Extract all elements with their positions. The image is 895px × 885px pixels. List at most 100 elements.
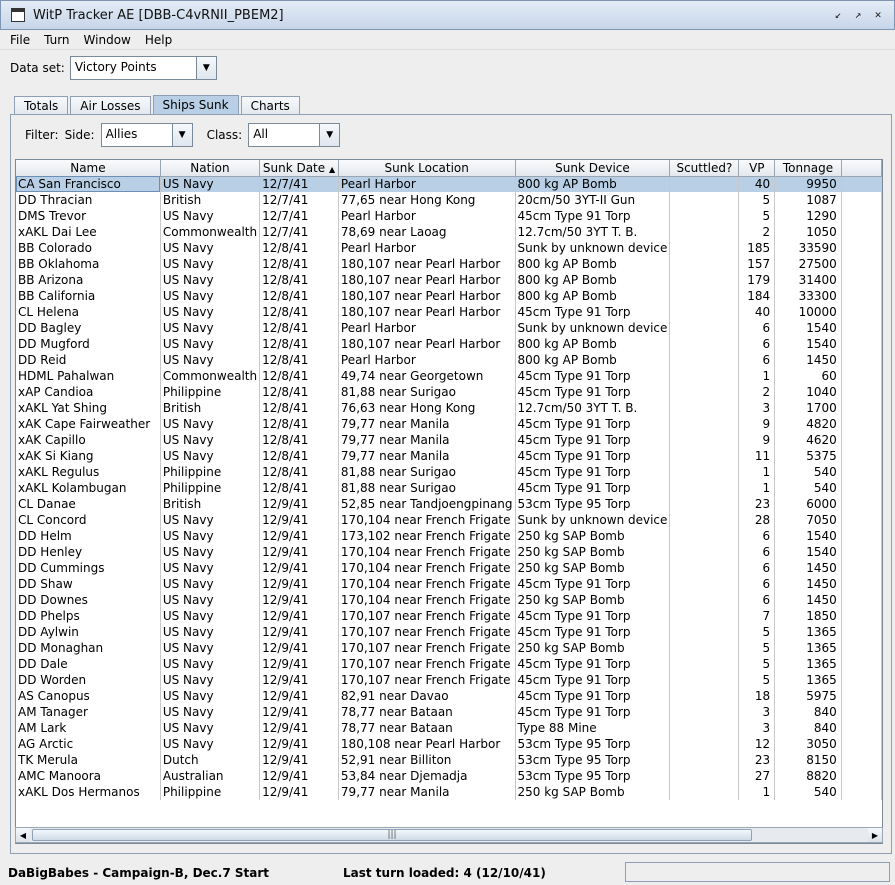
col-header-vp[interactable]: VP — [738, 160, 776, 177]
table-row[interactable]: TK Merula Dutch 12/9/41 52,91 near Billiton… — [16, 752, 882, 768]
tab-charts[interactable]: Charts — [240, 96, 300, 115]
table-cell: US Navy — [160, 528, 261, 544]
chevron-down-icon[interactable]: ▼ — [319, 124, 340, 146]
table-cell-filler — [841, 672, 882, 688]
table-row[interactable]: CL Concord US Navy 12/9/41 170,104 near Fre… — [16, 512, 882, 528]
table-cell: 12/8/41 — [259, 432, 339, 448]
table-row[interactable]: xAP Candioa Philippine 12/8/41 81,88 near S… — [16, 384, 882, 400]
table-row[interactable]: DD Thracian British 12/7/41 77,65 near Hong… — [16, 192, 882, 208]
table-row[interactable]: DD Helm US Navy 12/9/41 173,102 near French… — [16, 528, 882, 544]
table-cell-filler — [841, 240, 882, 256]
col-header-sunk-device[interactable]: Sunk Device — [515, 160, 671, 177]
table-cell: 78,77 near Bataan — [338, 720, 516, 736]
table-row[interactable]: AM Lark US Navy 12/9/41 78,77 near Bataan Ty… — [16, 720, 882, 736]
tab-ships-sunk[interactable]: Ships Sunk — [152, 95, 239, 115]
table-row[interactable]: xAKL Kolambugan Philippine 12/8/41 81,88 ne… — [16, 480, 882, 496]
table-row[interactable]: DD Worden US Navy 12/9/41 170,107 near Fren… — [16, 672, 882, 688]
chevron-down-icon[interactable]: ▼ — [195, 57, 216, 79]
table-row[interactable]: BB California US Navy 12/8/41 180,107 near … — [16, 288, 882, 304]
table-cell: 250 kg SAP Bomb — [515, 784, 671, 800]
col-header-tonnage[interactable]: Tonnage — [774, 160, 842, 177]
scroll-right-icon[interactable]: ▶ — [868, 828, 882, 842]
col-header-sunk-date[interactable]: Sunk Date ▲ — [259, 160, 339, 177]
table-row[interactable]: DD Dale US Navy 12/9/41 170,107 near French… — [16, 656, 882, 672]
table-cell: 12/9/41 — [259, 720, 339, 736]
table-row[interactable]: DD Henley US Navy 12/9/41 170,104 near Fren… — [16, 544, 882, 560]
table-row[interactable]: CL Danae British 12/9/41 52,85 near Tandjoe… — [16, 496, 882, 512]
col-header-sunk-location[interactable]: Sunk Location — [338, 160, 516, 177]
table-cell: 250 kg SAP Bomb — [515, 528, 671, 544]
table-cell: US Navy — [160, 240, 261, 256]
table-row[interactable]: xAKL Dos Hermanos Philippine 12/9/41 79,77 … — [16, 784, 882, 800]
table-cell-filler — [841, 736, 882, 752]
table-row[interactable]: DMS Trevor US Navy 12/7/41 Pearl Harbor 45cm… — [16, 208, 882, 224]
table-cell: US Navy — [160, 720, 261, 736]
maximize-icon[interactable]: ↗ — [850, 8, 866, 22]
table-cell: 170,107 near French Frigate — [338, 608, 516, 624]
table-row[interactable]: AM Tanager US Navy 12/9/41 78,77 near Bataa… — [16, 704, 882, 720]
table-cell: DD Henley — [16, 544, 161, 560]
table-cell: 12/8/41 — [259, 320, 339, 336]
horizontal-scrollbar[interactable]: ◀ ||| ▶ — [15, 827, 883, 843]
table-row[interactable]: xAKL Yat Shing British 12/8/41 76,63 near H… — [16, 400, 882, 416]
table-row[interactable]: DD Mugford US Navy 12/8/41 180,107 near Pea… — [16, 336, 882, 352]
table-row[interactable]: BB Colorado US Navy 12/8/41 Pearl Harbor Sun… — [16, 240, 882, 256]
table-cell: 1540 — [774, 528, 842, 544]
table-cell: US Navy — [160, 288, 261, 304]
table-cell: 540 — [774, 480, 842, 496]
table-cell: 1700 — [774, 400, 842, 416]
table-row[interactable]: DD Phelps US Navy 12/9/41 170,107 near Fren… — [16, 608, 882, 624]
table-row[interactable]: CA San Francisco US Navy 12/7/41 Pearl Harb… — [16, 176, 882, 192]
table-row[interactable]: xAK Si Kiang US Navy 12/8/41 79,77 near Man… — [16, 448, 882, 464]
col-header-nation[interactable]: Nation — [160, 160, 261, 177]
table-cell — [669, 256, 740, 272]
table-row[interactable]: HDML Pahalwan Commonwealth 12/8/41 49,74 ne… — [16, 368, 882, 384]
table-row[interactable]: AS Canopus US Navy 12/9/41 82,91 near Davao… — [16, 688, 882, 704]
dataset-combo[interactable]: Victory Points ▼ — [69, 56, 217, 80]
close-icon[interactable]: ✕ — [870, 8, 886, 22]
dataset-value: Victory Points — [74, 60, 157, 74]
table-row[interactable]: xAKL Dai Lee Commonwealth 12/7/41 78,69 nea… — [16, 224, 882, 240]
table-row[interactable]: DD Cummings US Navy 12/9/41 170,104 near Fr… — [16, 560, 882, 576]
chevron-down-icon[interactable]: ▼ — [171, 124, 192, 146]
table-row[interactable]: DD Reid US Navy 12/8/41 Pearl Harbor 800 kg … — [16, 352, 882, 368]
table-row[interactable]: DD Bagley US Navy 12/8/41 Pearl Harbor Sunk … — [16, 320, 882, 336]
table-cell-filler — [841, 256, 882, 272]
table-cell: US Navy — [160, 432, 261, 448]
side-combo[interactable]: Allies ▼ — [100, 123, 193, 147]
table-cell: 45cm Type 91 Torp — [515, 368, 671, 384]
scroll-thumb[interactable]: ||| — [32, 829, 752, 841]
scroll-left-icon[interactable]: ◀ — [16, 828, 30, 842]
col-header-scuttled[interactable]: Scuttled? — [669, 160, 740, 177]
scroll-track[interactable]: ||| — [30, 828, 868, 842]
col-header-name[interactable]: Name — [16, 160, 161, 177]
table-row[interactable]: xAKL Regulus Philippine 12/8/41 81,88 near … — [16, 464, 882, 480]
tab-totals[interactable]: Totals — [14, 96, 69, 115]
menu-help[interactable]: Help — [145, 33, 172, 47]
table-row[interactable]: xAK Cape Fairweather US Navy 12/8/41 79,77 … — [16, 416, 882, 432]
tab-air-losses[interactable]: Air Losses — [70, 96, 151, 115]
class-value: All — [253, 127, 269, 141]
table-cell: US Navy — [160, 416, 261, 432]
menu-turn[interactable]: Turn — [44, 33, 69, 47]
table-row[interactable]: CL Helena US Navy 12/8/41 180,107 near Pear… — [16, 304, 882, 320]
menu-file[interactable]: File — [10, 33, 30, 47]
table-cell: US Navy — [160, 672, 261, 688]
table-row[interactable]: BB Arizona US Navy 12/8/41 180,107 near Pea… — [16, 272, 882, 288]
table-cell: US Navy — [160, 592, 261, 608]
table-row[interactable]: AMC Manoora Australian 12/9/41 53,84 near D… — [16, 768, 882, 784]
table-cell: DD Dale — [16, 656, 161, 672]
table-row[interactable]: xAK Capillo US Navy 12/8/41 79,77 near Mani… — [16, 432, 882, 448]
table-row[interactable]: DD Monaghan US Navy 12/9/41 170,107 near Fr… — [16, 640, 882, 656]
menu-window[interactable]: Window — [84, 33, 131, 47]
table-cell: 45cm Type 91 Torp — [515, 608, 671, 624]
table-row[interactable]: AG Arctic US Navy 12/9/41 180,108 near Pear… — [16, 736, 882, 752]
table-cell: 170,107 near French Frigate — [338, 640, 516, 656]
table-row[interactable]: DD Aylwin US Navy 12/9/41 170,107 near Fren… — [16, 624, 882, 640]
minimize-icon[interactable]: ↙ — [830, 8, 846, 22]
table-row[interactable]: DD Shaw US Navy 12/9/41 170,104 near French… — [16, 576, 882, 592]
table-cell: US Navy — [160, 272, 261, 288]
table-row[interactable]: BB Oklahoma US Navy 12/8/41 180,107 near Pe… — [16, 256, 882, 272]
class-combo[interactable]: All ▼ — [248, 123, 341, 147]
table-row[interactable]: DD Downes US Navy 12/9/41 170,104 near Fren… — [16, 592, 882, 608]
